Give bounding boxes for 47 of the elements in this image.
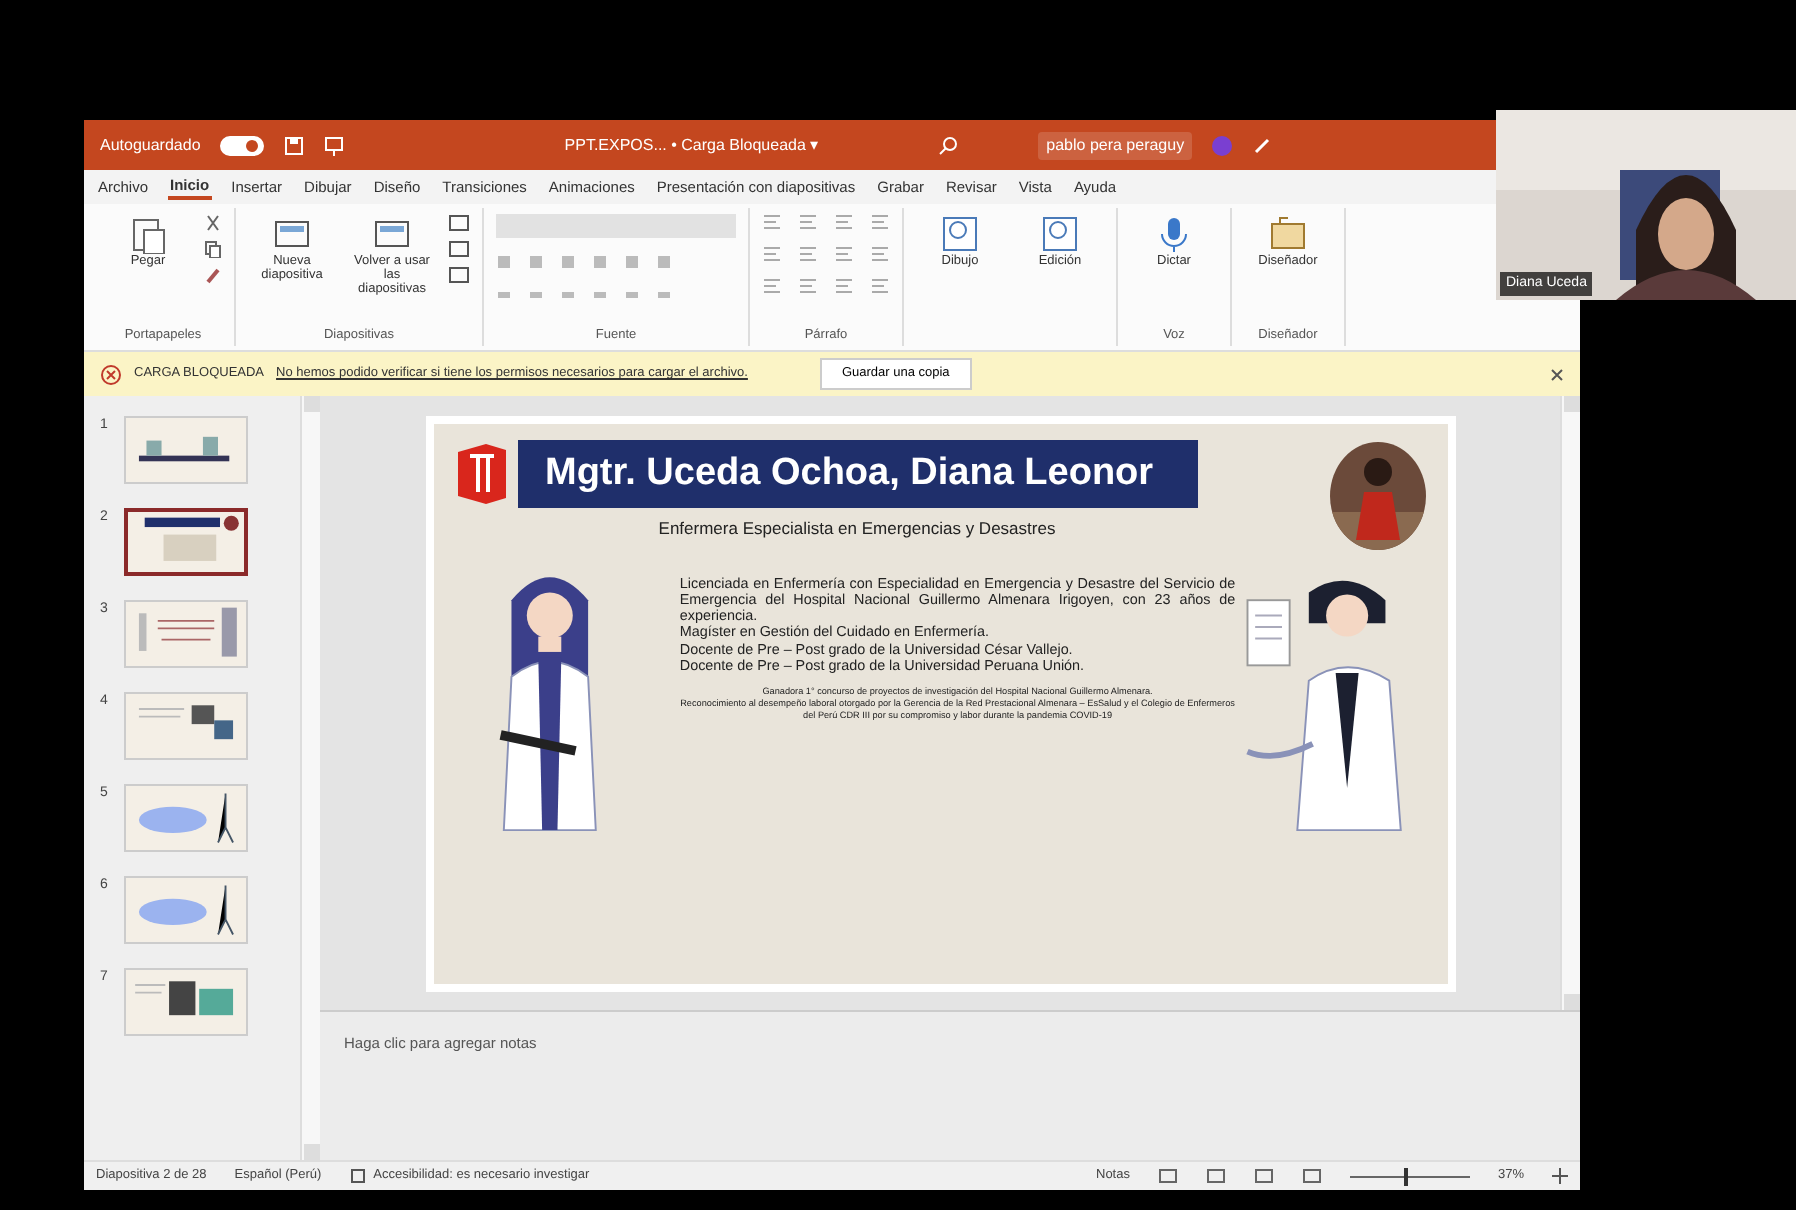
pen-icon[interactable] (1252, 135, 1273, 155)
folder-icon (1268, 214, 1308, 254)
user-name[interactable]: pablo pera peraguy (1038, 131, 1193, 159)
align-icon[interactable] (762, 246, 782, 262)
align-icon[interactable] (762, 214, 782, 230)
scrollbar[interactable] (300, 396, 320, 1160)
frame-icon (1040, 214, 1080, 254)
align-icon[interactable] (834, 246, 854, 262)
save-icon[interactable] (284, 135, 305, 155)
align-icon[interactable] (762, 278, 782, 294)
blocked-icon (100, 363, 122, 385)
autosave-toggle[interactable] (220, 135, 265, 155)
scrollbar[interactable] (1560, 396, 1580, 1010)
slide-title: Mgtr. Uceda Ochoa, Diana Leonor (517, 439, 1197, 508)
normal-view-icon[interactable] (1157, 1168, 1178, 1184)
logo-icon (453, 439, 509, 503)
font-name-field[interactable] (496, 214, 736, 238)
layout-icon[interactable] (448, 214, 470, 232)
copy-icon[interactable] (204, 240, 222, 258)
document-title[interactable]: PPT.EXPOS... • Carga Bloqueada ▾ (564, 133, 819, 157)
cut-icon[interactable] (204, 214, 222, 232)
align-icon[interactable] (798, 246, 818, 262)
presenter-view-icon[interactable] (1301, 1168, 1322, 1184)
slideshow-icon[interactable] (324, 135, 345, 155)
accessibility-icon (349, 1168, 366, 1184)
search-icon[interactable] (938, 135, 959, 155)
align-icon[interactable] (870, 278, 890, 294)
align-icon[interactable] (798, 214, 818, 230)
reading-view-icon[interactable] (1253, 1168, 1274, 1184)
sorter-view-icon[interactable] (1205, 1168, 1226, 1184)
zoom-thumb[interactable] (1403, 1167, 1408, 1185)
clipboard-icon (128, 214, 168, 254)
align-icon[interactable] (870, 246, 890, 262)
fit-icon[interactable] (1552, 1168, 1568, 1184)
autosave-label: Autoguardado (100, 133, 201, 157)
align-icon[interactable] (870, 214, 890, 230)
brush-icon[interactable] (204, 266, 222, 284)
layout-icon[interactable] (448, 266, 470, 284)
align-icon[interactable] (834, 278, 854, 294)
align-icon[interactable] (834, 214, 854, 230)
slide-subtitle: Enfermera Especialista en Emergencias y Desastres (656, 516, 1058, 542)
close-icon[interactable] (1550, 367, 1564, 381)
frame-icon (940, 214, 980, 254)
layout-icon[interactable] (448, 240, 470, 258)
avatar-icon[interactable] (1212, 135, 1233, 155)
slide-thumbnail[interactable] (123, 508, 248, 576)
align-icon[interactable] (798, 278, 818, 294)
